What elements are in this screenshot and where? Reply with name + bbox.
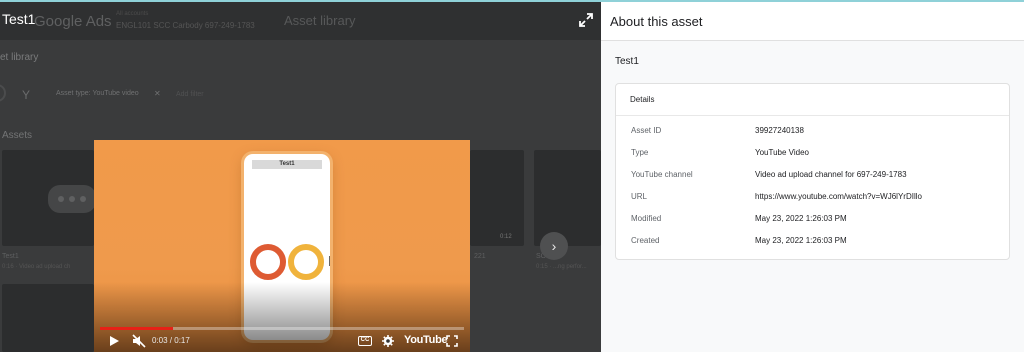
library-label: et library <box>0 52 39 63</box>
progress-fill <box>100 327 173 330</box>
thumb-subtitle: 0:16 · Video ad upload ch <box>2 264 71 270</box>
red-ring-graphic <box>250 244 286 280</box>
detail-key: Modified <box>631 214 662 223</box>
asset-library-backdrop: Google Ads All accounts ENGL101 SCC Carb… <box>0 2 601 352</box>
detail-value: 39927240138 <box>755 126 804 135</box>
account-selector[interactable]: ENGL101 SCC Carbody 697-249-1783 <box>116 21 255 30</box>
player-controls: 0:03 / 0:17 CC YouTube <box>94 332 470 352</box>
mute-icon[interactable] <box>132 334 146 348</box>
modal-title: Test1 <box>2 11 36 27</box>
circle-icon[interactable] <box>0 84 6 102</box>
asset-name: Test1 <box>615 56 639 67</box>
time-display: 0:03 / 0:17 <box>152 336 190 345</box>
detail-row: Type YouTube Video <box>616 144 1009 166</box>
app-title: Google Ads <box>34 13 112 30</box>
detail-row: URL https://www.youtube.com/watch?v=WJ6l… <box>616 188 1009 210</box>
details-title: Details <box>630 95 655 104</box>
play-icon[interactable] <box>108 335 120 347</box>
detail-row: Asset ID 39927240138 <box>616 122 1009 144</box>
yellow-ring-graphic <box>288 244 324 280</box>
phone-title: Test1 <box>252 160 322 169</box>
filter-icon[interactable]: Y <box>22 88 30 102</box>
detail-value: Video ad upload channel for 697-249-1783 <box>755 170 907 179</box>
video-player[interactable]: Test1 0:03 / 0:17 CC YouTube <box>94 140 470 352</box>
settings-icon[interactable] <box>382 335 394 347</box>
detail-value: YouTube Video <box>755 148 809 157</box>
thumb-subtitle: 0:15 · ...ng perfor... <box>536 264 587 270</box>
close-icon[interactable]: ✕ <box>154 89 161 98</box>
detail-key: Type <box>631 148 649 157</box>
expand-icon[interactable] <box>578 12 594 28</box>
youtube-logo[interactable]: YouTube <box>404 334 448 346</box>
asset-thumbnail[interactable] <box>470 150 524 246</box>
assets-label: Assets <box>2 130 33 141</box>
details-card: Details Asset ID 39927240138 Type YouTub… <box>615 83 1010 260</box>
thumb-title: Test1 <box>2 253 19 260</box>
asset-thumbnail[interactable] <box>2 284 94 352</box>
panel-title: About this asset <box>610 14 703 29</box>
detail-value: May 23, 2022 1:26:03 PM <box>755 236 847 245</box>
detail-row: Modified May 23, 2022 1:26:03 PM <box>616 210 1009 232</box>
detail-row: YouTube channel Video ad upload channel … <box>616 166 1009 188</box>
detail-row: Created May 23, 2022 1:26:03 PM <box>616 232 1009 254</box>
captions-icon[interactable]: CC <box>358 336 372 346</box>
more-icon <box>48 185 96 213</box>
thumb-title: 221 <box>474 253 486 260</box>
asset-thumbnail[interactable] <box>534 150 601 246</box>
thumb-duration: 0:12 <box>500 234 512 240</box>
detail-value: May 23, 2022 1:26:03 PM <box>755 214 847 223</box>
screen: Google Ads All accounts ENGL101 SCC Carb… <box>0 0 1024 352</box>
detail-key: YouTube channel <box>631 170 693 179</box>
detail-key: Asset ID <box>631 126 662 135</box>
detail-key: Created <box>631 236 660 245</box>
fullscreen-icon[interactable] <box>446 335 458 347</box>
filter-chip[interactable]: Asset type: YouTube video <box>56 90 139 97</box>
ads-header: Google Ads All accounts ENGL101 SCC Carb… <box>0 2 601 40</box>
url-link[interactable]: https://www.youtube.com/watch?v=WJ6lYrDI… <box>755 192 922 201</box>
details-header: Details <box>616 84 1009 116</box>
page-title: Asset library <box>284 13 356 28</box>
progress-bar[interactable] <box>100 327 464 330</box>
panel-header: About this asset <box>601 2 1024 41</box>
account-label: All accounts <box>116 11 149 17</box>
about-asset-panel: About this asset Test1 Details Asset ID … <box>601 2 1024 352</box>
text-cursor <box>329 256 330 266</box>
chevron-right-icon[interactable]: › <box>540 232 568 260</box>
add-filter-button[interactable]: Add filter <box>176 91 204 98</box>
detail-key: URL <box>631 192 648 201</box>
